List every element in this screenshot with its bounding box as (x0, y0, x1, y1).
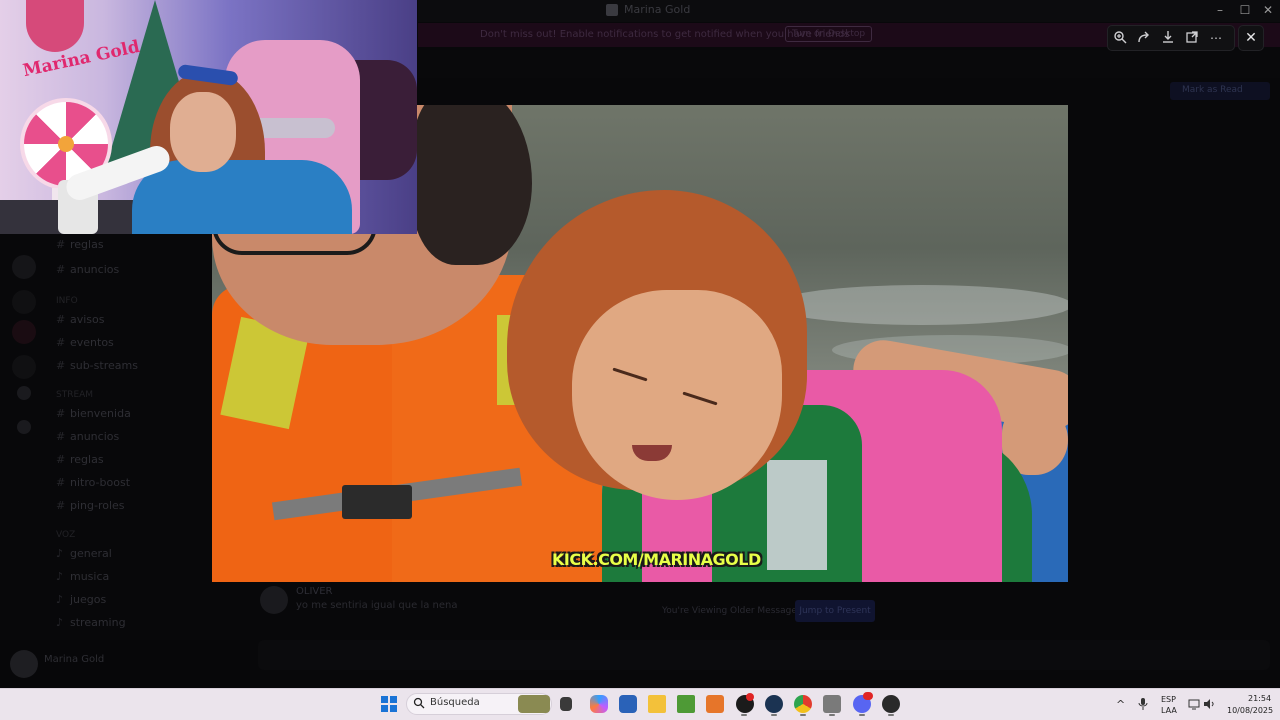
prize-wheel-hub (58, 136, 74, 152)
channel-section-header[interactable]: STREAM (56, 390, 93, 400)
channel-item[interactable]: # ping-roles (56, 499, 125, 512)
zoom-in-icon[interactable] (1112, 30, 1128, 46)
streamer-face (170, 92, 236, 172)
screen: Marina Gold – ☐ ✕ Don't miss out! Enable… (0, 0, 1280, 720)
minimize-icon[interactable]: – (1210, 3, 1230, 17)
download-icon[interactable] (1160, 30, 1176, 46)
voice-channel-item[interactable]: ♪ juegos (56, 593, 106, 606)
channel-item[interactable]: # bienvenida (56, 407, 131, 420)
viewing-older-messages: You're Viewing Older Messages (662, 606, 802, 616)
clock-time[interactable]: 21:54 (1248, 694, 1271, 703)
channel-item[interactable]: # anuncios (56, 263, 119, 276)
discover-icon[interactable] (17, 420, 31, 434)
enable-notifications-button[interactable]: Turn on Desktop (785, 26, 873, 42)
steam-icon[interactable] (765, 695, 783, 713)
server-icon[interactable] (12, 290, 36, 314)
microphone-icon[interactable] (1138, 698, 1148, 713)
search-highlight-art (518, 695, 550, 713)
discord-badge (863, 692, 873, 700)
file-explorer-icon[interactable] (560, 697, 572, 711)
boy-hair (412, 105, 532, 265)
channel-section-header[interactable]: INFO (56, 296, 78, 306)
game-icon[interactable] (823, 695, 841, 713)
jump-to-present-button[interactable]: Jump to Present (795, 600, 875, 622)
running-indicator (859, 714, 865, 716)
minecraft-icon[interactable] (677, 695, 695, 713)
channel-toolbar (418, 50, 1280, 78)
windows-start-icon[interactable] (381, 696, 397, 712)
background-titlebar (418, 0, 1280, 22)
girl-face (572, 290, 782, 500)
channel-item[interactable]: # reglas (56, 238, 104, 251)
volume-icon[interactable] (1203, 698, 1215, 713)
obs-icon[interactable] (882, 695, 900, 713)
maximize-icon[interactable]: ☐ (1235, 3, 1255, 17)
notification-badge (746, 693, 754, 701)
voice-channel-item[interactable]: ♪ streaming (56, 616, 126, 629)
network-icon[interactable] (1188, 698, 1200, 713)
channel-item[interactable]: # avisos (56, 313, 105, 326)
kick-watermark: KICK.COM/MARINAGOLD (552, 550, 761, 569)
app-icon (606, 4, 618, 16)
channel-item[interactable]: # anuncios (56, 430, 119, 443)
app-icon[interactable] (706, 695, 724, 713)
running-indicator (800, 714, 806, 716)
avatar[interactable] (10, 650, 38, 678)
voice-channel-item[interactable]: ♪ general (56, 547, 112, 560)
search-placeholder: Búsqueda (430, 697, 480, 708)
input-language[interactable]: ESP (1161, 695, 1176, 704)
search-icon (413, 697, 425, 709)
keyboard-layout[interactable]: LAA (1161, 706, 1177, 715)
channel-item[interactable]: # nitro-boost (56, 476, 130, 489)
server-icon[interactable] (12, 355, 36, 379)
message-composer[interactable] (258, 640, 1270, 670)
add-server-icon[interactable] (17, 386, 31, 400)
vest-buckle (342, 485, 412, 519)
running-indicator (741, 714, 747, 716)
channel-item[interactable]: # sub-streams (56, 359, 138, 372)
running-indicator (771, 714, 777, 716)
window-close-icon[interactable]: ✕ (1258, 3, 1278, 17)
user-panel-name: Marina Gold (44, 654, 105, 665)
streamer-sweater (132, 160, 352, 234)
voice-channel-item[interactable]: ♪ musica (56, 570, 109, 583)
share-icon[interactable] (1136, 30, 1152, 46)
channel-section-header[interactable]: VOZ (56, 530, 75, 540)
server-icon[interactable] (12, 320, 36, 344)
chat-avatar[interactable] (260, 586, 288, 614)
channel-item[interactable]: # reglas (56, 453, 104, 466)
open-external-icon[interactable] (1184, 30, 1200, 46)
chevron-up-icon[interactable]: ^ (1116, 698, 1125, 711)
more-icon[interactable]: ⋯ (1208, 30, 1224, 46)
background-window-title: Marina Gold (624, 3, 691, 16)
server-icon[interactable] (12, 255, 36, 279)
taskbar (0, 688, 1280, 720)
folder-icon[interactable] (648, 695, 666, 713)
close-icon[interactable]: ✕ (1238, 25, 1264, 51)
copilot-icon[interactable] (590, 695, 608, 713)
vest-reflector (767, 460, 827, 570)
wave (772, 285, 1068, 325)
clock-date[interactable]: 10/08/2025 (1227, 706, 1273, 715)
store-icon[interactable] (619, 695, 637, 713)
chat-message: yo me sentiria igual que la nena (296, 600, 458, 611)
channel-item[interactable]: # eventos (56, 336, 114, 349)
running-indicator (829, 714, 835, 716)
chat-author[interactable]: OLIVER (296, 586, 333, 597)
webcam-overlay: Marina Gold (0, 0, 417, 234)
mark-as-read-label: Mark as Read (1182, 85, 1243, 95)
chrome-icon[interactable] (794, 695, 812, 713)
running-indicator (888, 714, 894, 716)
